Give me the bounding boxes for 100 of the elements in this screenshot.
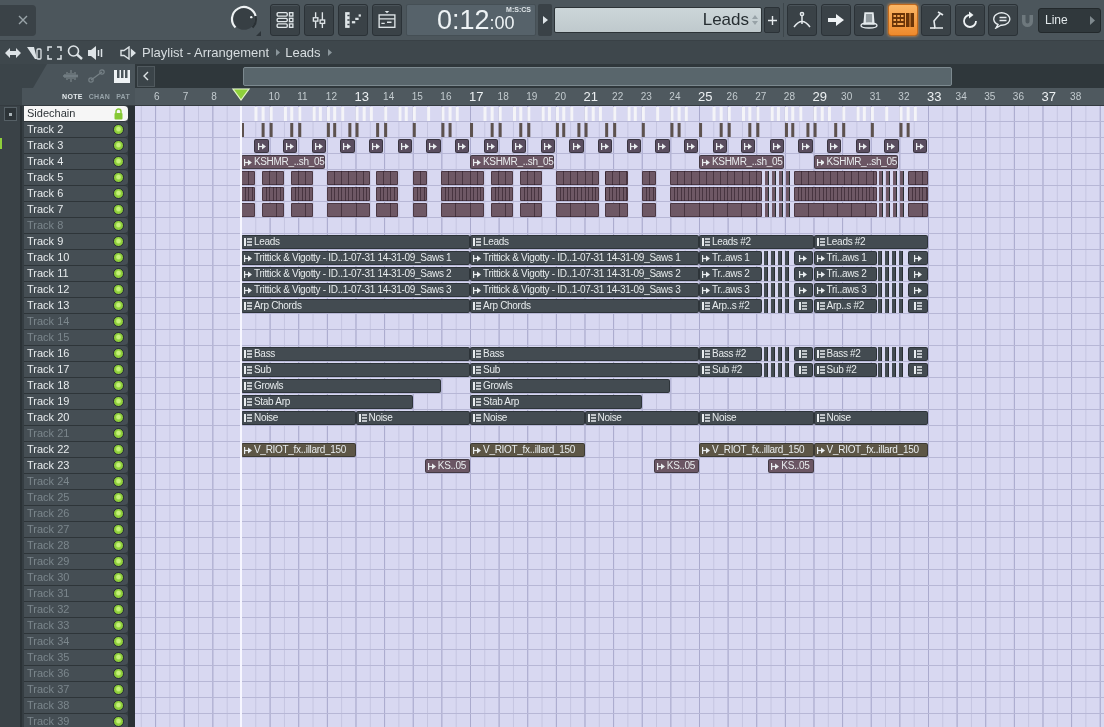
audio-clip[interactable] xyxy=(855,139,870,153)
playlist-grid[interactable] xyxy=(135,106,1104,727)
audio-clip[interactable] xyxy=(569,139,584,153)
pattern-clip[interactable] xyxy=(793,347,813,361)
audio-clip[interactable]: KSHMR_..sh_05 xyxy=(699,155,784,169)
audio-clip[interactable]: Tr..aws 1 xyxy=(699,251,763,265)
mute-button[interactable] xyxy=(113,396,124,407)
track-header[interactable]: Track 19 xyxy=(24,394,128,410)
breadcrumb-item[interactable]: Leads xyxy=(285,45,321,60)
audio-clip[interactable]: KS..05 xyxy=(653,459,700,473)
mute-button[interactable] xyxy=(113,572,124,583)
mute-button[interactable] xyxy=(113,124,124,135)
audio-clip[interactable] xyxy=(368,139,384,153)
toolbar-button[interactable] xyxy=(988,4,1018,36)
toolbar-button[interactable] xyxy=(954,4,985,36)
snap-dropdown[interactable]: Line xyxy=(1038,7,1101,33)
audio-clip[interactable] xyxy=(793,267,813,281)
audio-clip[interactable] xyxy=(311,139,326,153)
pattern-clip[interactable] xyxy=(908,299,928,313)
track-header[interactable]: Sidechain xyxy=(24,106,128,122)
mute-button[interactable] xyxy=(113,188,124,199)
mute-button[interactable] xyxy=(113,428,124,439)
pattern-clip[interactable]: Leads #2 xyxy=(699,235,814,249)
pattern-clip[interactable]: Bass xyxy=(241,347,471,361)
audio-clip[interactable] xyxy=(283,139,298,153)
track-header[interactable]: Track 5 xyxy=(24,170,128,186)
audio-clip[interactable] xyxy=(908,251,928,265)
pattern-clip[interactable]: Noise xyxy=(241,411,356,425)
track-header[interactable]: Track 11 xyxy=(24,266,128,282)
toolbar-button[interactable] xyxy=(854,4,884,36)
pattern-selector[interactable]: Leads xyxy=(554,7,762,33)
mute-button[interactable] xyxy=(113,556,124,567)
knob[interactable] xyxy=(229,4,261,36)
mute-button[interactable] xyxy=(113,444,124,455)
audio-clip[interactable]: Trittick & Vigotty - ID..1-07-31 14-31-09_Saws 1 xyxy=(241,251,471,265)
toolbar-button[interactable] xyxy=(787,4,817,36)
track-header[interactable]: Track 4 xyxy=(24,154,128,170)
pattern-clip[interactable]: Noise xyxy=(699,411,814,425)
audio-clip[interactable] xyxy=(912,139,928,153)
audio-clip[interactable]: Trittick & Vigotty - ID..1-07-31 14-31-09_Saws 3 xyxy=(241,283,471,297)
audio-clip[interactable] xyxy=(683,139,699,153)
track-header[interactable]: Track 17 xyxy=(24,362,128,378)
audio-clip[interactable] xyxy=(397,139,412,153)
pattern-clip[interactable]: Arp Chords xyxy=(241,299,471,313)
audio-clip[interactable] xyxy=(512,139,527,153)
track-header[interactable]: Track 20 xyxy=(24,410,128,426)
pattern-clip[interactable]: Arp Chords xyxy=(470,299,700,313)
audio-clip[interactable] xyxy=(712,139,727,153)
pattern-clip[interactable]: Bass #2 xyxy=(813,347,877,361)
audio-clip[interactable] xyxy=(793,283,813,297)
add-pattern-button[interactable] xyxy=(764,7,780,33)
audio-clip[interactable] xyxy=(827,139,842,153)
audio-clip[interactable]: Tr..aws 3 xyxy=(699,283,763,297)
toolbar-button[interactable] xyxy=(304,4,334,36)
pattern-clip[interactable]: Stab Arp xyxy=(241,395,413,409)
audio-clip[interactable] xyxy=(908,267,928,281)
mute-button[interactable] xyxy=(113,700,124,711)
mute-button[interactable] xyxy=(113,588,124,599)
mute-button[interactable] xyxy=(113,348,124,359)
scroll-thumb[interactable] xyxy=(243,66,952,86)
pattern-clip[interactable]: Arp..s #2 xyxy=(699,299,763,313)
audio-clip[interactable]: Tri..aws 2 xyxy=(813,267,877,281)
mute-button[interactable] xyxy=(113,268,124,279)
audio-clip[interactable] xyxy=(598,139,613,153)
mute-button[interactable] xyxy=(113,140,124,151)
pattern-clip[interactable] xyxy=(793,363,813,377)
pattern-clip[interactable]: Sub #2 xyxy=(813,363,877,377)
toolbar-button[interactable] xyxy=(820,4,851,36)
pattern-clip[interactable] xyxy=(908,363,928,377)
audio-clip[interactable] xyxy=(741,139,756,153)
audio-clip[interactable] xyxy=(540,139,556,153)
piano-keys-icon[interactable] xyxy=(114,69,130,83)
mute-button[interactable] xyxy=(113,460,124,471)
mute-button[interactable] xyxy=(113,620,124,631)
mute-button[interactable] xyxy=(113,476,124,487)
mute-button[interactable] xyxy=(113,284,124,295)
pattern-clip[interactable]: Noise xyxy=(355,411,471,425)
pattern-clip[interactable]: Leads xyxy=(241,235,471,249)
audio-clip[interactable] xyxy=(793,251,813,265)
speaker-outline-icon[interactable] xyxy=(120,45,136,60)
track-header[interactable]: Track 10 xyxy=(24,250,128,266)
track-header[interactable]: Track 23 xyxy=(24,458,128,474)
pattern-clip[interactable]: Noise xyxy=(584,411,700,425)
mute-button[interactable] xyxy=(113,300,124,311)
mute-button[interactable] xyxy=(113,332,124,343)
mute-button[interactable] xyxy=(113,380,124,391)
track-header[interactable]: Track 6 xyxy=(24,186,128,202)
audio-clip[interactable]: V_RIOT_fx..illard_150 xyxy=(470,443,585,457)
mute-button[interactable] xyxy=(113,236,124,247)
audio-clip[interactable]: V_RIOT_fx..illard_150 xyxy=(813,443,929,457)
pattern-clip[interactable]: Growls xyxy=(241,379,442,393)
toolbar-button[interactable] xyxy=(921,4,951,36)
mute-button[interactable] xyxy=(113,540,124,551)
mute-button[interactable] xyxy=(113,716,124,727)
audio-clip[interactable]: Trittick & Vigotty - ID..1-07-31 14-31-09_Saws 2 xyxy=(470,267,700,281)
select-bracket-icon[interactable] xyxy=(47,45,62,60)
audio-clip[interactable] xyxy=(626,139,641,153)
audio-clip[interactable]: Tr..aws 2 xyxy=(699,267,763,281)
audio-clip[interactable] xyxy=(483,139,498,153)
pattern-clip[interactable]: Noise xyxy=(813,411,929,425)
